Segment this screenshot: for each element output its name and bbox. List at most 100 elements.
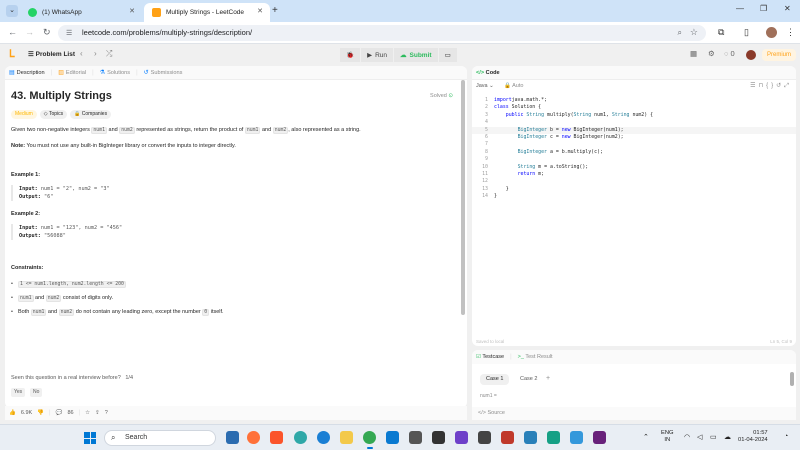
code-line[interactable]: 4 xyxy=(472,119,796,126)
yes-button[interactable]: Yes xyxy=(11,388,26,397)
show-hidden-icons-icon[interactable]: ⌃ xyxy=(643,433,649,441)
forward-icon[interactable]: → xyxy=(25,27,34,37)
code-line[interactable]: 3 public String multiply(String num1, St… xyxy=(472,112,796,119)
terminal-app-icon[interactable] xyxy=(478,431,491,444)
cc-app-icon[interactable] xyxy=(409,431,422,444)
edge-dev-icon[interactable] xyxy=(317,431,330,444)
favorite-star-icon[interactable]: ☆ xyxy=(85,410,90,416)
testcase-scrollbar[interactable] xyxy=(790,372,794,386)
battery-icon[interactable]: ▭ xyxy=(710,433,717,441)
problem-list-link[interactable]: ☰ Problem List xyxy=(28,50,75,58)
no-button[interactable]: No xyxy=(30,388,43,397)
tab-submissions[interactable]: ↺ Submissions xyxy=(144,69,183,77)
auto-toggle[interactable]: 🔒 Auto xyxy=(504,83,523,89)
back-icon[interactable]: ← xyxy=(8,27,17,37)
code-line[interactable]: 6 BigInteger c = new BigInteger(num2); xyxy=(472,134,796,141)
leetcode-logo-icon[interactable]: ᒪ xyxy=(9,49,15,60)
volume-icon[interactable]: ◁ xyxy=(697,433,702,441)
code-line[interactable]: 8 BigInteger a = b.multiply(c); xyxy=(472,149,796,156)
code-line[interactable]: 2 class Solution { xyxy=(472,104,796,111)
share-icon[interactable]: ⇪ xyxy=(95,410,100,416)
dislike-icon[interactable]: 👎 xyxy=(37,410,44,416)
run-button[interactable]: ▶ Run xyxy=(361,48,394,62)
tab-test-result[interactable]: >_ Test Result xyxy=(518,354,553,360)
chrome-icon[interactable] xyxy=(363,431,376,449)
language-indicator[interactable]: ENG IN xyxy=(661,430,674,444)
firefox-icon[interactable] xyxy=(247,431,260,444)
brave-icon[interactable] xyxy=(270,431,283,444)
onedrive-icon[interactable]: ☁ xyxy=(724,433,731,441)
premium-button[interactable]: Premium xyxy=(762,49,797,61)
code-line[interactable]: 1 importjava.math.*; xyxy=(472,97,796,104)
url-bar[interactable]: ☰ leetcode.com/problems/multiply-strings… xyxy=(58,25,706,41)
zoom-icon[interactable]: ⌕ xyxy=(678,28,682,38)
url-text[interactable]: leetcode.com/problems/multiply-strings/d… xyxy=(82,28,252,37)
github-desktop-icon[interactable] xyxy=(455,431,468,444)
shuffle-icon[interactable]: ⤮ xyxy=(106,49,112,59)
extensions-icon[interactable]: ⧉ xyxy=(718,27,724,38)
sidebar-icon[interactable]: ▯ xyxy=(744,27,749,38)
debug-button[interactable]: 🐞 xyxy=(340,48,361,62)
code-line[interactable]: 5 BigInteger b = new BigInteger(num1); xyxy=(472,126,796,134)
code-line[interactable]: 10 String m = a.toString(); xyxy=(472,164,796,171)
like-icon[interactable]: 👍 xyxy=(9,410,16,416)
editor-tool-icons[interactable]: ☰⊓{}↺⤢ xyxy=(750,82,792,90)
case-1-tab[interactable]: Case 1 xyxy=(480,374,510,385)
windows-start-icon[interactable] xyxy=(84,432,96,444)
next-problem-icon[interactable]: › xyxy=(94,49,97,58)
companies-badge[interactable]: 🔒 Companies xyxy=(70,110,112,119)
calendar-app-icon[interactable] xyxy=(226,431,239,444)
notifications-icon[interactable]: ◔ xyxy=(784,433,788,440)
images-app-icon[interactable] xyxy=(570,431,583,444)
menu-icon[interactable]: ⋮ xyxy=(786,27,795,38)
source-bar[interactable]: </> Source xyxy=(472,407,796,420)
prev-problem-icon[interactable]: ‹ xyxy=(80,49,83,58)
help-icon[interactable]: ? xyxy=(105,410,108,416)
system-clock[interactable]: 01:57 01-04-2024 xyxy=(738,430,768,444)
code-area[interactable]: 1 importjava.math.*; 2 class Solution {3 pu… xyxy=(472,97,796,200)
topics-badge[interactable]: ◇ Topics xyxy=(39,110,68,119)
vscode-icon[interactable] xyxy=(386,431,399,444)
description-scrollbar[interactable] xyxy=(461,80,465,315)
tab-code[interactable]: </> Code xyxy=(476,70,500,76)
window-close-icon[interactable]: ✕ xyxy=(784,4,791,13)
tab-editorial[interactable]: ▥ Editorial xyxy=(58,69,86,77)
bookmark-star-icon[interactable]: ☆ xyxy=(690,27,698,38)
tab-whatsapp[interactable]: (1) WhatsApp ✕ xyxy=(20,3,142,22)
submit-button[interactable]: ☁ Submit xyxy=(394,48,438,62)
site-info-icon[interactable]: ☰ xyxy=(66,29,72,37)
minimize-icon[interactable]: — xyxy=(736,4,744,13)
add-case-icon[interactable]: + xyxy=(546,375,550,382)
visual-studio-icon[interactable] xyxy=(593,431,606,444)
settings-icon[interactable]: ⚙ xyxy=(708,49,715,58)
tab-testcase[interactable]: ☑ Testcase xyxy=(476,354,504,360)
close-icon[interactable]: ✕ xyxy=(129,7,135,15)
streak-icon[interactable]: ◌ 0 xyxy=(724,49,735,58)
tab-solutions[interactable]: ⚗ Solutions xyxy=(100,69,130,77)
layout-icon[interactable]: ▦ xyxy=(690,49,697,58)
new-tab-button[interactable]: + xyxy=(272,5,278,16)
tab-description[interactable]: ▤ Description xyxy=(9,69,45,77)
code-line[interactable]: 7 xyxy=(472,141,796,148)
comment-icon[interactable]: 💬 xyxy=(56,410,63,416)
app-icon[interactable] xyxy=(432,431,445,444)
snipping-tool-icon[interactable] xyxy=(501,431,514,444)
close-icon[interactable]: ✕ xyxy=(257,7,263,15)
file-explorer-icon[interactable] xyxy=(340,431,353,444)
code-line[interactable]: 11 return m; xyxy=(472,171,796,178)
code-line[interactable]: 12 xyxy=(472,178,796,185)
tab-leetcode[interactable]: Multiply Strings - LeetCode ✕ xyxy=(144,3,270,22)
code-line[interactable]: 9 xyxy=(472,156,796,163)
box-app-icon[interactable] xyxy=(547,431,560,444)
code-line[interactable]: 13 } xyxy=(472,186,796,193)
tab-search-icon[interactable]: ⌄ xyxy=(6,5,18,17)
code-line[interactable]: 14} xyxy=(472,193,796,200)
photos-icon[interactable] xyxy=(524,431,537,444)
maximize-icon[interactable]: ❐ xyxy=(760,4,767,13)
notes-icon[interactable]: ▭ xyxy=(438,48,457,62)
language-select[interactable]: Java ⌄ xyxy=(476,83,494,89)
wifi-icon[interactable]: ◠ xyxy=(684,433,690,441)
profile-avatar[interactable] xyxy=(766,27,777,38)
case-2-tab[interactable]: Case 2 xyxy=(514,374,543,385)
taskbar-search[interactable]: ⌕ Search xyxy=(104,430,216,446)
